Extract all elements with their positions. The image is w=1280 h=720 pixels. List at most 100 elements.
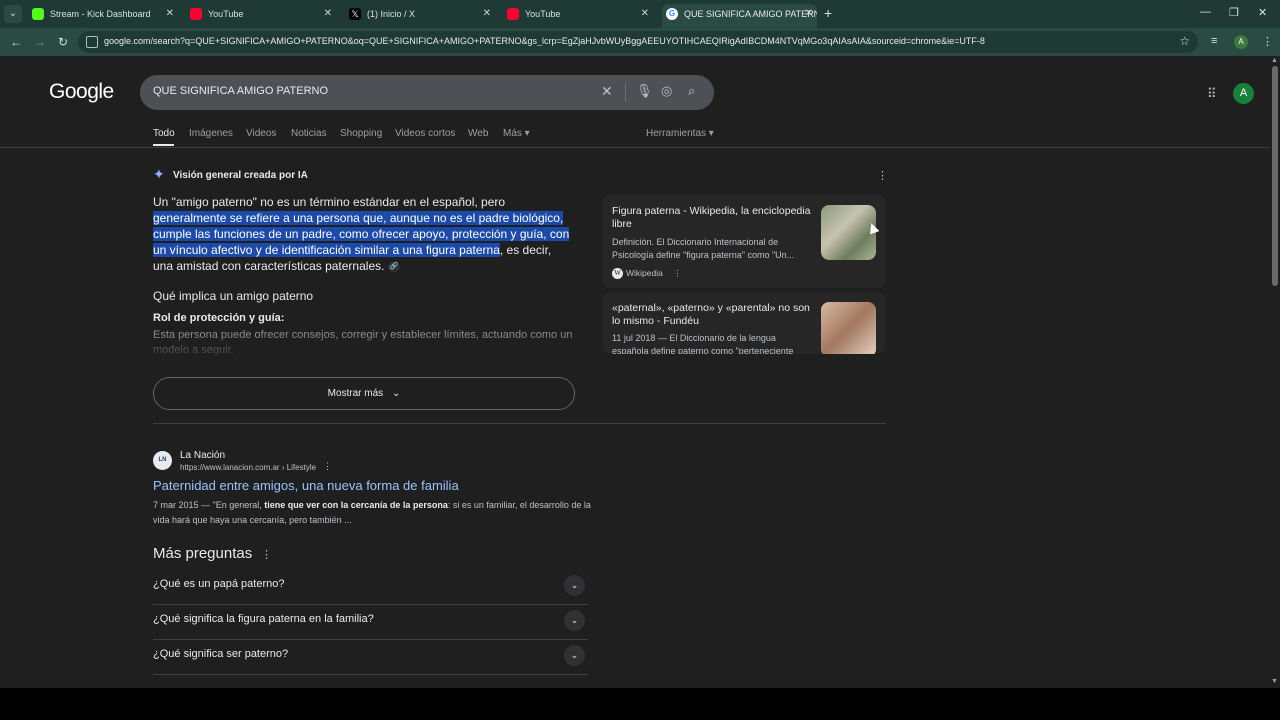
- url-text[interactable]: google.com/search?q=QUE+SIGNIFICA+AMIGO+…: [104, 36, 1164, 46]
- search-icon[interactable]: ⌕: [688, 83, 695, 99]
- result-title-link[interactable]: Paternidad entre amigos, una nueva forma…: [153, 478, 459, 493]
- search-results-page: Google QUE SIGNIFICA AMIGO PATERNO ✕ 🎙 ◎…: [0, 56, 1270, 688]
- paa-question[interactable]: ¿Qué es un papá paterno? ⌄: [153, 570, 588, 605]
- tab-todo[interactable]: Todo: [153, 128, 175, 139]
- more-options-icon[interactable]: ⋮: [673, 268, 682, 278]
- source-card-fundeu[interactable]: «paternal», «paterno» y «parental» no so…: [602, 292, 886, 354]
- snippet-date: 7 mar 2015 — "En general,: [153, 500, 265, 510]
- ai-subheading: Qué implica un amigo paterno: [153, 289, 314, 303]
- google-icon: G: [666, 8, 678, 20]
- close-icon[interactable]: ✕: [805, 4, 813, 24]
- source-card-wikipedia[interactable]: Figura paterna - Wikipedia, la enciclope…: [602, 194, 886, 288]
- show-more-label: Mostrar más: [327, 388, 384, 399]
- tab-videos-cortos[interactable]: Videos cortos: [395, 128, 455, 139]
- tab-label: (1) Inicio / X: [367, 9, 416, 19]
- youtube-icon: [507, 8, 519, 20]
- scroll-up-arrow[interactable]: ▲: [1271, 57, 1278, 64]
- search-divider: [625, 83, 626, 102]
- ai-overview-heading: Visión general creada por IA: [173, 170, 308, 181]
- scroll-down-arrow[interactable]: ▼: [1271, 678, 1278, 685]
- tab-label: Stream - Kick Dashboard: [50, 9, 151, 19]
- search-tabs: Todo Imágenes Videos Noticias Shopping V…: [0, 126, 1270, 148]
- browser-tab-x[interactable]: 𝕏 (1) Inicio / X ✕: [345, 4, 495, 24]
- close-icon[interactable]: ✕: [324, 4, 332, 24]
- source-desc: Definición. El Diccionario Internacional…: [612, 237, 795, 260]
- search-box[interactable]: QUE SIGNIFICA AMIGO PATERNO ✕ 🎙 ◎ ⌕: [140, 75, 714, 110]
- address-bar[interactable]: google.com/search?q=QUE+SIGNIFICA+AMIGO+…: [78, 31, 1198, 53]
- google-logo[interactable]: Google: [49, 80, 114, 104]
- youtube-icon: [190, 8, 202, 20]
- restore-button[interactable]: ❐: [1229, 6, 1239, 19]
- more-options-icon[interactable]: ⋮: [261, 548, 272, 561]
- tools-button[interactable]: Herramientas ▾: [646, 128, 714, 139]
- ai-sparkle-icon: ✦: [153, 166, 165, 182]
- microphone-icon[interactable]: 🎙: [636, 83, 653, 99]
- chevron-down-icon[interactable]: ⌄: [564, 645, 585, 666]
- active-tab-indicator: [153, 144, 174, 146]
- tab-strip: ⌄ Stream - Kick Dashboard ✕ YouTube ✕ 𝕏 …: [0, 0, 1280, 28]
- paa-question[interactable]: ¿Qué significa ser paterno? ⌄: [153, 640, 588, 675]
- bookmark-star-icon[interactable]: ☆: [1179, 34, 1190, 48]
- browser-toolbar: ← → ↻ google.com/search?q=QUE+SIGNIFICA+…: [0, 28, 1280, 56]
- browser-tab-google[interactable]: G QUE SIGNIFICA AMIGO PATERN ✕: [662, 4, 817, 28]
- source-thumbnail[interactable]: [821, 205, 876, 260]
- link-icon[interactable]: 🔗: [387, 261, 400, 272]
- media-control-icon[interactable]: ≡: [1211, 35, 1217, 47]
- section-divider: [153, 423, 886, 424]
- x-icon: 𝕏: [349, 8, 361, 20]
- apps-grid-icon[interactable]: ⠿: [1207, 86, 1217, 102]
- source-thumbnail[interactable]: [821, 302, 876, 354]
- tab-noticias[interactable]: Noticias: [291, 128, 327, 139]
- paa-question-text: ¿Qué es un papá paterno?: [153, 578, 285, 590]
- search-input[interactable]: QUE SIGNIFICA AMIGO PATERNO: [153, 85, 328, 97]
- close-icon[interactable]: ✕: [166, 4, 174, 24]
- site-info-icon[interactable]: [86, 36, 98, 48]
- close-icon[interactable]: ✕: [483, 4, 491, 24]
- clear-icon[interactable]: ✕: [601, 83, 613, 100]
- snippet-bold: tiene que ver con la cercanía de la pers…: [264, 500, 448, 510]
- chevron-down-icon[interactable]: ⌄: [564, 575, 585, 596]
- tab-mas[interactable]: Más ▾: [503, 128, 530, 139]
- lanacion-favicon[interactable]: LN: [153, 451, 172, 470]
- source-site[interactable]: W Wikipedia ⋮: [612, 268, 682, 280]
- source-title[interactable]: «paternal», «paterno» y «parental» no so…: [612, 302, 817, 328]
- close-icon[interactable]: ✕: [641, 4, 649, 24]
- account-avatar[interactable]: A: [1233, 83, 1254, 104]
- bottom-bar: [0, 688, 1280, 720]
- show-more-button[interactable]: Mostrar más ⌄: [153, 377, 575, 410]
- reload-icon[interactable]: ↻: [58, 35, 68, 49]
- tab-imagenes[interactable]: Imágenes: [189, 128, 233, 139]
- chrome-menu-icon[interactable]: ⋮: [1262, 35, 1273, 48]
- tab-shopping[interactable]: Shopping: [340, 128, 382, 139]
- tab-label: YouTube: [208, 9, 244, 19]
- paa-heading: Más preguntas: [153, 545, 253, 562]
- browser-tab-youtube-2[interactable]: YouTube ✕: [503, 4, 653, 24]
- scroll-thumb[interactable]: [1272, 66, 1278, 286]
- ai-text-intro: Un "amigo paterno" no es un término está…: [153, 195, 506, 209]
- tab-label: QUE SIGNIFICA AMIGO PATERN: [684, 9, 817, 19]
- tab-web[interactable]: Web: [468, 128, 488, 139]
- paa-question-partial[interactable]: [153, 675, 588, 688]
- tab-search-button[interactable]: ⌄: [4, 5, 22, 23]
- chrome-profile-avatar[interactable]: A: [1234, 35, 1248, 49]
- new-tab-button[interactable]: +: [824, 5, 832, 21]
- forward-icon[interactable]: →: [34, 35, 46, 49]
- minimize-button[interactable]: —: [1200, 6, 1211, 18]
- lens-icon[interactable]: ◎: [661, 83, 672, 99]
- page-scrollbar[interactable]: ▲ ▼: [1270, 56, 1280, 688]
- browser-tab-kick[interactable]: Stream - Kick Dashboard ✕: [28, 4, 178, 24]
- back-icon[interactable]: ←: [10, 35, 22, 49]
- paa-question[interactable]: ¿Qué significa la figura paterna en la f…: [153, 605, 588, 640]
- close-window-button[interactable]: ✕: [1258, 6, 1267, 19]
- more-options-icon[interactable]: ⋮: [323, 461, 332, 472]
- kick-icon: [32, 8, 44, 20]
- chevron-down-icon[interactable]: ⌄: [564, 610, 585, 631]
- browser-tab-youtube[interactable]: YouTube ✕: [186, 4, 336, 24]
- tab-label: YouTube: [525, 9, 561, 19]
- tab-videos[interactable]: Videos: [246, 128, 276, 139]
- more-options-icon[interactable]: ⋮: [877, 169, 888, 182]
- result-snippet: 7 mar 2015 — "En general, tiene que ver …: [153, 498, 593, 528]
- result-url[interactable]: https://www.lanacion.com.ar › Lifestyle: [180, 463, 316, 472]
- result-site-name[interactable]: La Nación: [180, 450, 225, 461]
- source-title[interactable]: Figura paterna - Wikipedia, la enciclope…: [612, 205, 817, 231]
